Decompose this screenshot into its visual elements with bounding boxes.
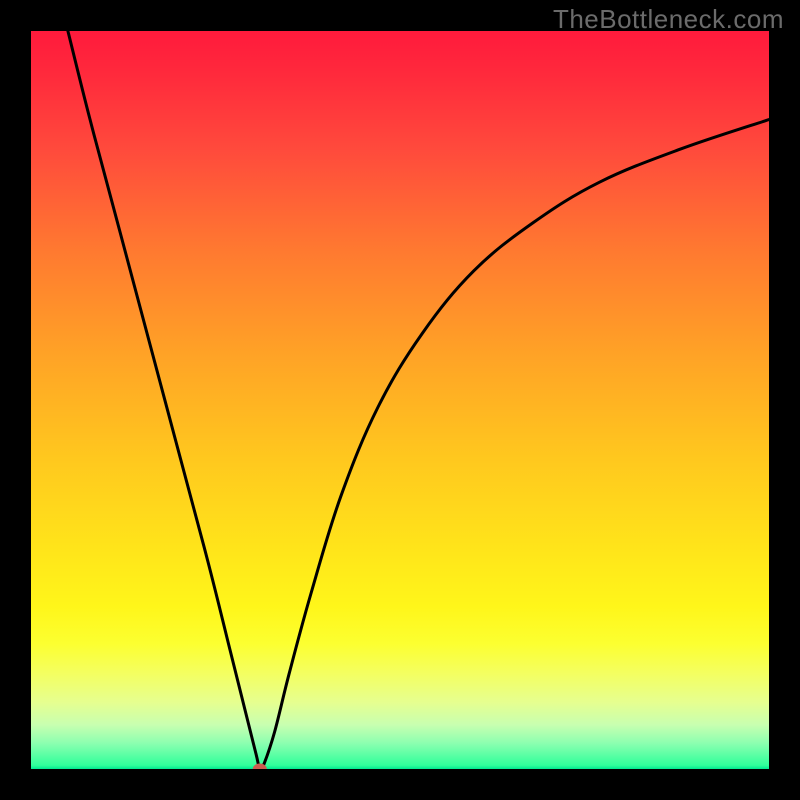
bottleneck-curve [68, 31, 769, 769]
chart-frame: TheBottleneck.com [0, 0, 800, 800]
curve-svg [31, 31, 769, 769]
plot-area [31, 31, 769, 769]
watermark-label: TheBottleneck.com [553, 4, 784, 35]
